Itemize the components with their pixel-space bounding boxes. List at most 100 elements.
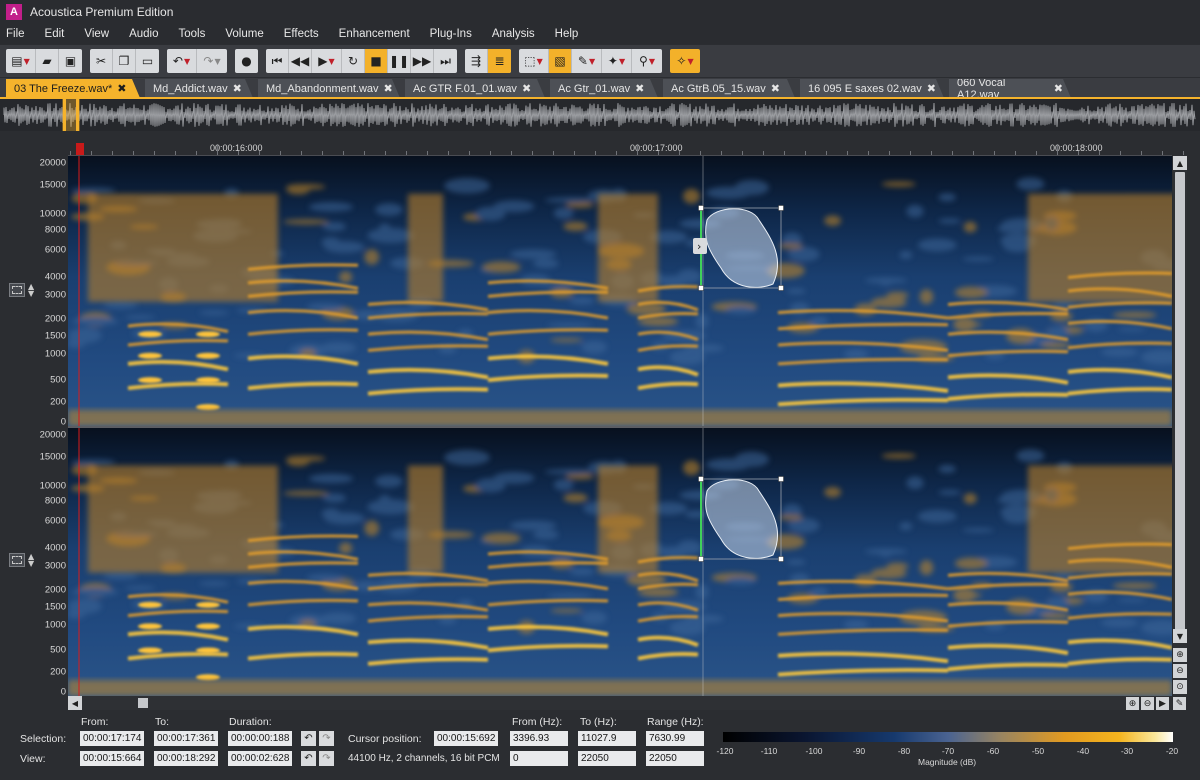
undo-icon[interactable]: ↶ ▼ xyxy=(167,49,197,73)
view-to-field[interactable]: 00:00:18:292 xyxy=(154,751,218,766)
from-hz-field[interactable]: 3396.93 xyxy=(510,731,568,746)
spectrogram-view-icon[interactable]: ≣ xyxy=(488,49,511,73)
menu-file[interactable]: File xyxy=(6,28,25,40)
select-tool-icon[interactable]: ⬚ ▼ xyxy=(519,49,549,73)
view-from-field[interactable]: 00:00:15:664 xyxy=(80,751,144,766)
close-icon[interactable]: ✖ xyxy=(635,82,644,95)
horizontal-scroll-thumb[interactable] xyxy=(138,698,148,708)
selection-duration-field[interactable]: 00:00:00:188 xyxy=(228,731,292,746)
channel-1-arrows-icon[interactable]: ▲ ▼ xyxy=(28,283,34,298)
ruler-tick xyxy=(133,151,134,155)
paste-icon[interactable]: ▭ xyxy=(136,49,159,73)
tab-ac-gtrb-05[interactable]: Ac GtrB.05_15.wav ✖ xyxy=(663,79,795,98)
zoom-fit-vertical-icon[interactable]: ⊙ xyxy=(1173,680,1187,694)
colorbar-tick: -20 xyxy=(1165,746,1179,756)
tab-03-the-freeze[interactable]: 03 The Freeze.wav* ✖ xyxy=(6,79,140,98)
menu-enhancement[interactable]: Enhancement xyxy=(339,28,410,40)
view-duration-field[interactable]: 00:00:02:628 xyxy=(228,751,292,766)
play-icon[interactable]: ▶ ▼ xyxy=(312,49,342,73)
tab-md-addict[interactable]: Md_Addict.wav ✖ xyxy=(145,79,253,98)
close-icon[interactable]: ✖ xyxy=(771,82,780,95)
cut-icon[interactable]: ✂ xyxy=(90,49,113,73)
ruler-tick xyxy=(1078,151,1079,155)
pause-icon[interactable]: ❚❚ xyxy=(388,49,411,73)
scrub-icon[interactable]: ⇶ xyxy=(465,49,488,73)
frequency-tick-label: 20000 xyxy=(39,429,66,441)
healing-tool-icon[interactable]: ✧ ▼ xyxy=(670,49,700,73)
close-icon[interactable]: ✖ xyxy=(384,82,393,95)
ruler-tick xyxy=(301,151,302,155)
go-to-end-icon[interactable]: ⏭ xyxy=(434,49,457,73)
spectrogram-channel-1[interactable]: › xyxy=(68,156,1172,426)
stop-icon[interactable]: ■ xyxy=(365,49,388,73)
tab-16-095-e-saxes[interactable]: 16 095 E saxes 02.wav ✖ xyxy=(800,79,944,98)
view-undo-icon[interactable]: ↶ xyxy=(301,751,316,766)
horizontal-scrollbar[interactable]: ◀ xyxy=(68,696,1172,710)
range-hz-field[interactable]: 7630.99 xyxy=(646,731,704,746)
close-icon[interactable]: ✖ xyxy=(927,82,936,95)
ruler-tick xyxy=(1141,151,1142,155)
close-icon[interactable]: ✖ xyxy=(522,82,531,95)
record-icon[interactable]: ● xyxy=(235,49,258,73)
tab-ac-gtr-f01[interactable]: Ac GTR F.01_01.wav ✖ xyxy=(405,79,545,98)
channel-2-toggle-icon[interactable] xyxy=(9,553,25,567)
brush-tool-icon[interactable]: ✎ ▼ xyxy=(572,49,602,73)
menu-edit[interactable]: Edit xyxy=(45,28,65,40)
copy-icon[interactable]: ❐ xyxy=(113,49,136,73)
zoom-tool-icon[interactable]: ⚲ ▼ xyxy=(632,49,662,73)
channel-1-toggle-icon[interactable] xyxy=(9,283,25,297)
scroll-right-icon[interactable]: ▶ xyxy=(1156,697,1169,710)
to-hz-field[interactable]: 11027.9 xyxy=(578,731,636,746)
menu-view[interactable]: View xyxy=(84,28,109,40)
zoom-in-vertical-icon[interactable]: ⊕ xyxy=(1173,648,1187,662)
menu-tools[interactable]: Tools xyxy=(179,28,206,40)
selection-redo-icon[interactable]: ↷ xyxy=(319,731,334,746)
selection-from-field[interactable]: 00:00:17:174 xyxy=(80,731,144,746)
menu-audio[interactable]: Audio xyxy=(129,28,158,40)
close-icon[interactable]: ✖ xyxy=(117,82,126,95)
tab-ac-gtr-01[interactable]: Ac Gtr_01.wav ✖ xyxy=(550,79,658,98)
tab-md-abandonment[interactable]: Md_Abandonment.wav ✖ xyxy=(258,79,400,98)
redo-icon[interactable]: ↷ ▼ xyxy=(197,49,227,73)
selection-undo-icon[interactable]: ↶ xyxy=(301,731,316,746)
zoom-out-horizontal-icon[interactable]: ⊖ xyxy=(1141,697,1154,710)
colorbar-tick: -100 xyxy=(805,746,823,756)
settings-wrench-icon[interactable]: ✎ xyxy=(1173,697,1186,710)
go-to-start-icon[interactable]: ⏮ xyxy=(266,49,289,73)
spectrogram-channel-2[interactable] xyxy=(68,428,1172,696)
vertical-scrollbar[interactable]: ▲ ▼ xyxy=(1173,156,1187,696)
zoom-out-vertical-icon[interactable]: ⊖ xyxy=(1173,664,1187,678)
menu-plugins[interactable]: Plug-Ins xyxy=(430,28,472,40)
frequency-tick-label: 2000 xyxy=(44,584,66,596)
vertical-scroll-thumb[interactable] xyxy=(1175,172,1185,642)
zoom-in-horizontal-icon[interactable]: ⊕ xyxy=(1126,697,1139,710)
view-from-hz-field[interactable]: 0 xyxy=(510,751,568,766)
close-icon[interactable]: ✖ xyxy=(233,82,242,95)
channel-2-arrows-icon[interactable]: ▲ ▼ xyxy=(28,553,34,568)
open-folder-icon[interactable]: ▰ xyxy=(36,49,59,73)
rewind-icon[interactable]: ◀◀ xyxy=(289,49,312,73)
view-redo-icon[interactable]: ↷ xyxy=(319,751,334,766)
new-file-icon[interactable]: ▤ ▼ xyxy=(6,49,36,73)
menu-analysis[interactable]: Analysis xyxy=(492,28,535,40)
magic-wand-icon[interactable]: ✦ ▼ xyxy=(602,49,632,73)
menu-volume[interactable]: Volume xyxy=(225,28,263,40)
selection-to-field[interactable]: 00:00:17:361 xyxy=(154,731,218,746)
region-select-icon[interactable]: ▧ xyxy=(549,49,572,73)
close-icon[interactable]: ✖ xyxy=(1054,82,1063,95)
loop-icon[interactable]: ↻ xyxy=(342,49,365,73)
scroll-down-icon[interactable]: ▼ xyxy=(1173,629,1187,643)
menu-effects[interactable]: Effects xyxy=(284,28,319,40)
ruler-tick xyxy=(1036,151,1037,155)
menu-help[interactable]: Help xyxy=(555,28,579,40)
view-range-hz-field[interactable]: 22050 xyxy=(646,751,704,766)
view-to-hz-field[interactable]: 22050 xyxy=(578,751,636,766)
overview-waveform[interactable] xyxy=(0,99,1200,131)
cursor-marker[interactable] xyxy=(76,143,84,155)
tab-060-vocal-a12[interactable]: 060 Vocal A12.wav ✖ xyxy=(949,79,1071,98)
scroll-up-icon[interactable]: ▲ xyxy=(1173,156,1187,170)
fast-forward-icon[interactable]: ▶▶ xyxy=(411,49,434,73)
scroll-left-icon[interactable]: ◀ xyxy=(68,696,82,710)
time-ruler[interactable]: 00:00:16:000 00:00:17:000 00:00:18:000 xyxy=(68,141,1184,156)
save-icon[interactable]: ▣ xyxy=(59,49,82,73)
